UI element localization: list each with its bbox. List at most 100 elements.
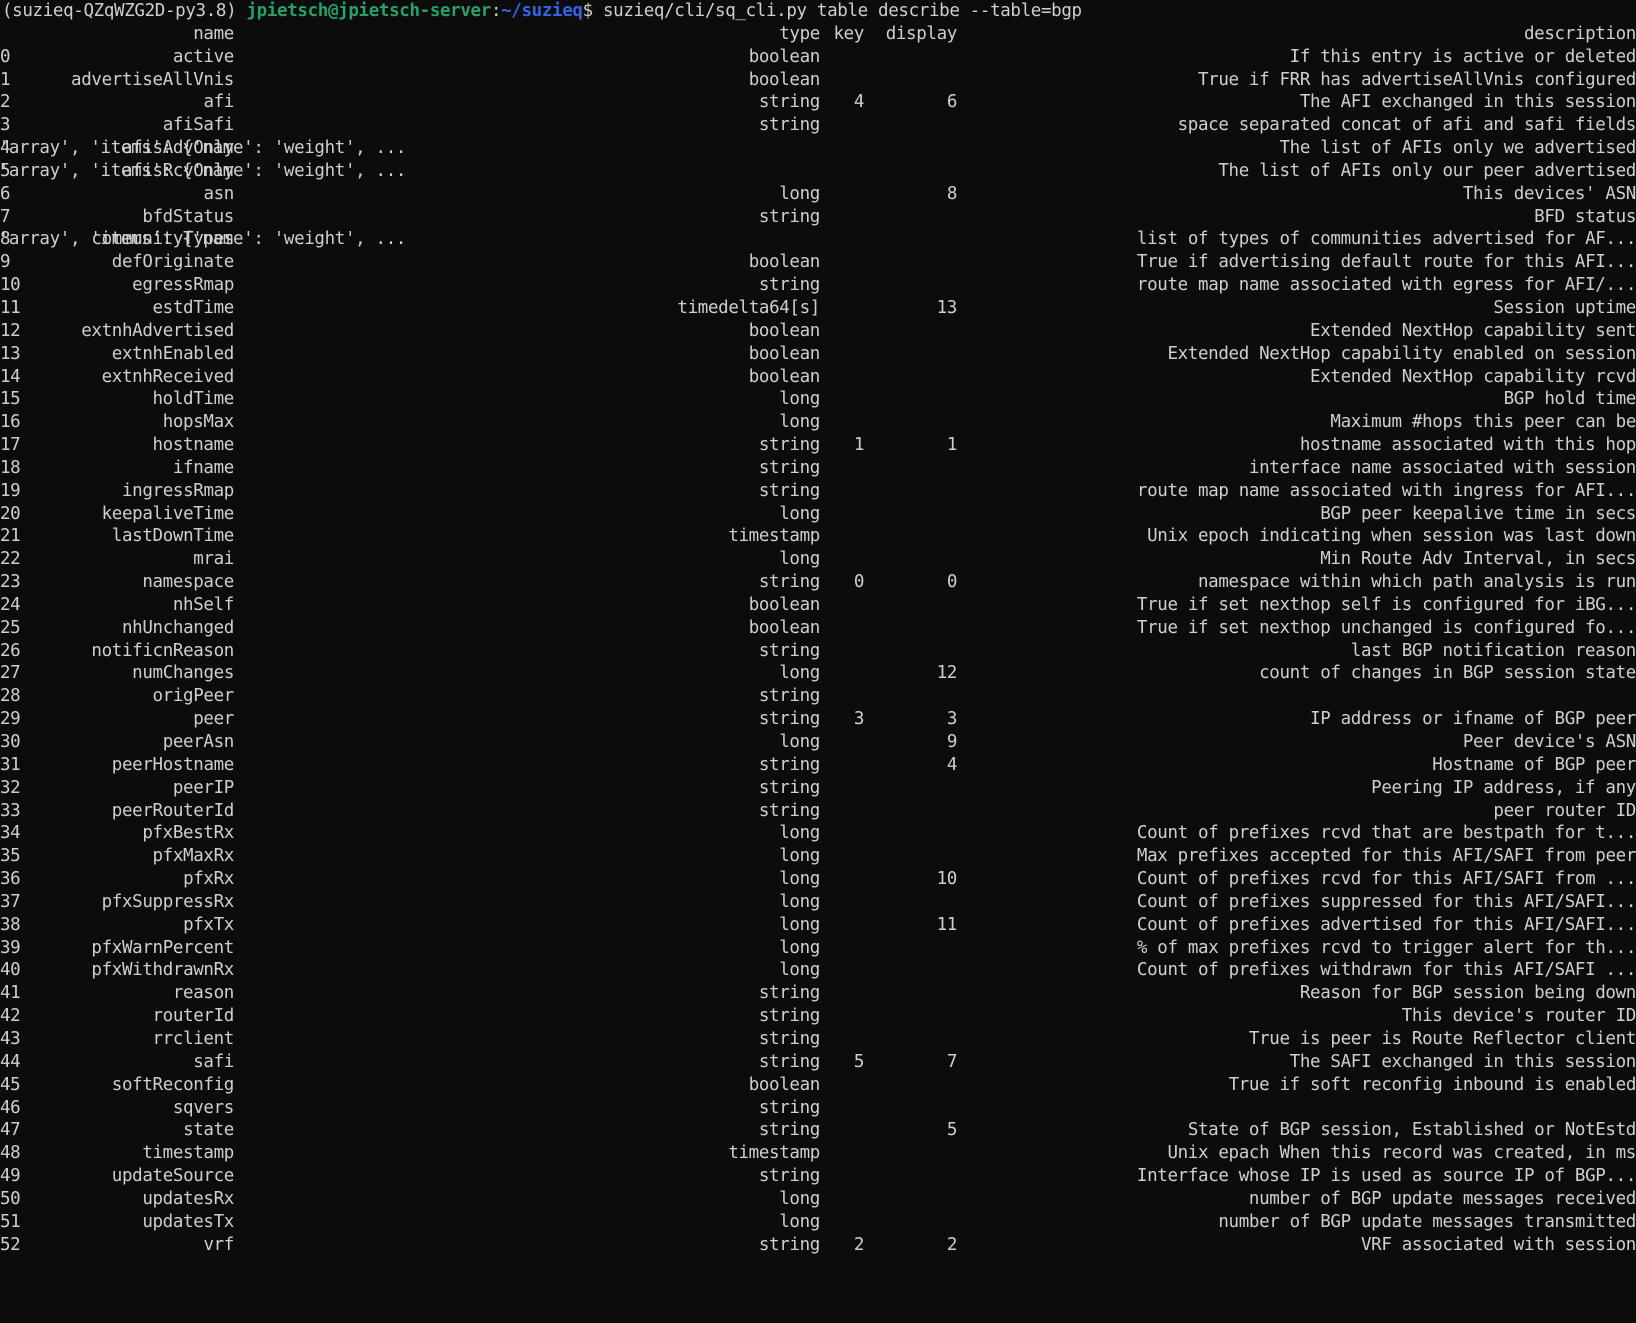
cell-description: % of max prefixes rcvd to trigger alert … <box>1136 937 1636 958</box>
cell-display: 3 <box>946 709 957 730</box>
cell-field-name: notificnReason <box>91 640 234 661</box>
table-row: 15 holdTime long BGP hold time <box>0 388 1636 411</box>
cell-description: Unix epoch indicating when session was l… <box>1147 526 1636 547</box>
cell-field-name: peerRouterId <box>111 800 234 821</box>
cell-index: 50 <box>0 1188 21 1209</box>
cell-field-type: string <box>758 1028 820 1049</box>
cell-field-type: string <box>758 1006 820 1027</box>
cell-field-type: long <box>779 732 820 752</box>
cell-field-type: long <box>779 549 820 570</box>
cell-key <box>820 160 864 183</box>
cell-field-type: long <box>779 663 820 684</box>
table-row: 26 notificnReason string last BGP notificat… <box>0 640 1636 663</box>
column-header-display: display <box>885 23 957 44</box>
cell-index: 0 <box>0 46 11 67</box>
cell-field-type: {'type': 'array', 'items': {'name': 'wei… <box>0 137 820 160</box>
cell-field-type: string <box>758 709 820 730</box>
table-row: 52 vrf string 2 2 VRF associated with session <box>0 1234 1636 1257</box>
table-row: 10 egressRmap string route map name associa… <box>0 274 1636 297</box>
cell-description: Interface whose IP is used as source IP … <box>1136 1166 1636 1187</box>
cell-index: 22 <box>0 549 21 570</box>
cell-key <box>820 1074 864 1097</box>
table-row: 37 pfxSuppressRx long Count of prefixes sup… <box>0 891 1636 914</box>
cell-key: 3 <box>853 709 864 730</box>
cell-description: The AFI exchanged in this session <box>1299 92 1636 113</box>
cell-index: 51 <box>0 1211 21 1232</box>
cell-key <box>820 594 864 617</box>
cell-field-name: peer <box>193 709 234 730</box>
table-row: 47 state string 5 State of BGP session, Esta… <box>0 1119 1636 1142</box>
cell-field-name: ingressRmap <box>121 480 234 501</box>
table-row: 21 lastDownTime timestamp Unix epoch indica… <box>0 525 1636 548</box>
cell-key <box>820 46 864 69</box>
cell-field-type: boolean <box>748 1074 820 1095</box>
cell-field-name: extnhAdvertised <box>81 320 234 341</box>
table-row: 32 peerIP string Peering IP address, if any <box>0 777 1636 800</box>
cell-description: Count of prefixes suppressed for this AF… <box>1136 891 1636 912</box>
table-row: 25 nhUnchanged boolean True if set nexthop … <box>0 617 1636 640</box>
table-row: 13 extnhEnabled boolean Extended NextHop ca… <box>0 343 1636 366</box>
cell-description: Hostname of BGP peer <box>1432 754 1636 775</box>
cell-display <box>864 1211 957 1234</box>
cell-field-type: long <box>779 1188 820 1209</box>
cell-display <box>864 114 957 137</box>
cell-index: 18 <box>0 457 21 478</box>
cell-index: 9 <box>0 252 11 273</box>
cell-key <box>820 137 864 160</box>
table-header-row: name type key display description <box>0 23 1636 46</box>
cell-field-name: afiSafi <box>162 115 234 136</box>
cell-index: 43 <box>0 1028 21 1049</box>
cell-field-name: active <box>172 46 234 67</box>
cell-description: last BGP notification reason <box>1350 640 1636 661</box>
cell-index: 41 <box>0 983 21 1004</box>
cell-field-name: nhSelf <box>172 594 234 615</box>
cell-field-type: timestamp <box>728 1143 820 1164</box>
table-row: 6 asn long 8 This devices' ASN <box>0 183 1636 206</box>
cell-display: 12 <box>936 663 957 684</box>
cell-description: Maximum #hops this peer can be <box>1330 412 1636 433</box>
cell-display <box>864 937 957 960</box>
cell-display <box>864 640 957 663</box>
cell-display <box>864 274 957 297</box>
cell-field-type: timedelta64[s] <box>677 297 820 318</box>
cell-field-type-text: {'type': 'array', 'items': {'name': 'wei… <box>0 229 407 250</box>
cell-key <box>820 617 864 640</box>
cell-key <box>820 982 864 1005</box>
cell-field-type: boolean <box>748 617 820 638</box>
cell-display <box>864 228 957 251</box>
cell-index: 38 <box>0 914 21 935</box>
cell-field-type: string <box>758 777 820 798</box>
cell-index: 13 <box>0 343 21 364</box>
cell-index: 27 <box>0 663 21 684</box>
cell-key <box>820 640 864 663</box>
cell-index: 2 <box>0 92 11 113</box>
cell-display: 13 <box>936 297 957 318</box>
cell-key <box>820 777 864 800</box>
cell-field-type: long <box>779 183 820 204</box>
cell-key <box>820 274 864 297</box>
cell-description: number of BGP update messages received <box>1248 1188 1636 1209</box>
cell-display: 11 <box>936 914 957 935</box>
cell-display: 6 <box>946 92 957 113</box>
table-row: 44 safi string 5 7 The SAFI exchanged in this… <box>0 1051 1636 1074</box>
cell-field-name: peerIP <box>172 777 234 798</box>
cell-key <box>820 503 864 526</box>
cell-key <box>820 457 864 480</box>
column-header-index <box>0 23 32 46</box>
cell-field-type-text: {'type': 'array', 'items': {'name': 'wei… <box>0 160 407 181</box>
prompt-dollar-sign: $ <box>582 1 594 21</box>
cell-field-name: state <box>183 1120 234 1141</box>
column-header-description: description <box>1523 23 1636 44</box>
cell-field-type: long <box>779 503 820 524</box>
cell-description: hostname associated with this hop <box>1299 435 1636 456</box>
cell-index: 12 <box>0 320 21 341</box>
cell-field-name: numChanges <box>132 663 234 684</box>
cell-display <box>864 503 957 526</box>
cell-description: Min Route Adv Interval, in secs <box>1320 549 1636 570</box>
cell-index: 1 <box>0 69 11 90</box>
cell-display <box>864 388 957 411</box>
table-row: 4afisAdvOnly{'type': 'array', 'items': {… <box>0 137 1636 160</box>
table-row: 49 updateSource string Interface whose IP i… <box>0 1165 1636 1188</box>
cell-description: number of BGP update messages transmitte… <box>1218 1211 1636 1232</box>
table-describe-output: name type key display description 0 activ… <box>0 23 1636 1257</box>
